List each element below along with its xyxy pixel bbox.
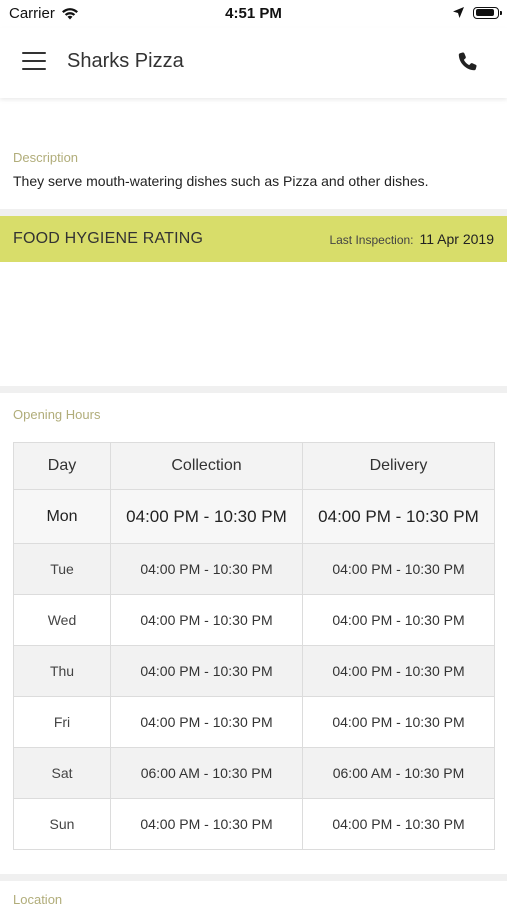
- column-header-day: Day: [13, 442, 111, 490]
- column-header-delivery: Delivery: [302, 442, 495, 490]
- status-right: [452, 6, 502, 19]
- day-cell: Sat: [13, 747, 111, 799]
- battery-fill: [475, 9, 495, 16]
- collection-hours-cell: 04:00 PM - 10:30 PM: [110, 798, 303, 850]
- section-divider: [0, 209, 507, 216]
- status-time: 4:51 PM: [225, 5, 282, 22]
- table-row: Wed 04:00 PM - 10:30 PM 04:00 PM - 10:30…: [13, 594, 495, 646]
- phone-icon: [458, 52, 477, 71]
- opening-hours-label: Opening Hours: [13, 407, 101, 422]
- page-title: Sharks Pizza: [67, 50, 184, 72]
- delivery-hours-cell: 04:00 PM - 10:30 PM: [302, 594, 495, 646]
- collection-hours-cell: 04:00 PM - 10:30 PM: [110, 645, 303, 697]
- last-inspection-date: 11 Apr 2019: [419, 231, 494, 247]
- delivery-hours-cell: 04:00 PM - 10:30 PM: [302, 645, 495, 697]
- delivery-hours-cell: 04:00 PM - 10:30 PM: [302, 489, 495, 544]
- status-bar: Carrier 4:51 PM: [0, 0, 507, 28]
- section-divider: [0, 874, 507, 881]
- table-row: Fri 04:00 PM - 10:30 PM 04:00 PM - 10:30…: [13, 696, 495, 748]
- collection-hours-cell: 04:00 PM - 10:30 PM: [110, 696, 303, 748]
- hygiene-rating-title: FOOD HYGIENE RATING: [13, 230, 204, 247]
- delivery-hours-cell: 06:00 AM - 10:30 PM: [302, 747, 495, 799]
- day-cell: Fri: [13, 696, 111, 748]
- opening-hours-table: Day Collection Delivery Mon 04:00 PM - 1…: [13, 442, 495, 850]
- day-cell: Tue: [13, 543, 111, 595]
- hamburger-menu-button[interactable]: [22, 52, 46, 72]
- day-cell: Sun: [13, 798, 111, 850]
- table-row: Sat 06:00 AM - 10:30 PM 06:00 AM - 10:30…: [13, 747, 495, 799]
- location-arrow-icon: [453, 7, 464, 18]
- description-text: They serve mouth-watering dishes such as…: [13, 173, 429, 189]
- collection-hours-cell: 06:00 AM - 10:30 PM: [110, 747, 303, 799]
- hamburger-line: [22, 68, 46, 70]
- call-button[interactable]: [456, 50, 480, 74]
- table-row: Thu 04:00 PM - 10:30 PM 04:00 PM - 10:30…: [13, 645, 495, 697]
- battery-icon: [473, 6, 502, 19]
- delivery-hours-cell: 04:00 PM - 10:30 PM: [302, 798, 495, 850]
- table-row: Sun 04:00 PM - 10:30 PM 04:00 PM - 10:30…: [13, 798, 495, 850]
- day-cell: Wed: [13, 594, 111, 646]
- last-inspection-label: Last Inspection:: [329, 233, 414, 247]
- day-cell: Mon: [13, 489, 111, 544]
- column-header-collection: Collection: [110, 442, 303, 490]
- description-label: Description: [13, 150, 79, 165]
- section-divider: [0, 386, 507, 393]
- hamburger-line: [22, 52, 46, 54]
- collection-hours-cell: 04:00 PM - 10:30 PM: [110, 594, 303, 646]
- table-header-row: Day Collection Delivery: [13, 442, 495, 490]
- delivery-hours-cell: 04:00 PM - 10:30 PM: [302, 543, 495, 595]
- day-cell: Thu: [13, 645, 111, 697]
- delivery-hours-cell: 04:00 PM - 10:30 PM: [302, 696, 495, 748]
- last-inspection: Last Inspection: 11 Apr 2019: [329, 231, 494, 247]
- table-row: Mon 04:00 PM - 10:30 PM 04:00 PM - 10:30…: [13, 489, 495, 544]
- hygiene-rating-bar: FOOD HYGIENE RATING Last Inspection: 11 …: [0, 216, 507, 262]
- app-header: Sharks Pizza: [0, 28, 507, 98]
- collection-hours-cell: 04:00 PM - 10:30 PM: [110, 543, 303, 595]
- table-row: Tue 04:00 PM - 10:30 PM 04:00 PM - 10:30…: [13, 543, 495, 595]
- hamburger-line: [22, 60, 46, 62]
- collection-hours-cell: 04:00 PM - 10:30 PM: [110, 489, 303, 544]
